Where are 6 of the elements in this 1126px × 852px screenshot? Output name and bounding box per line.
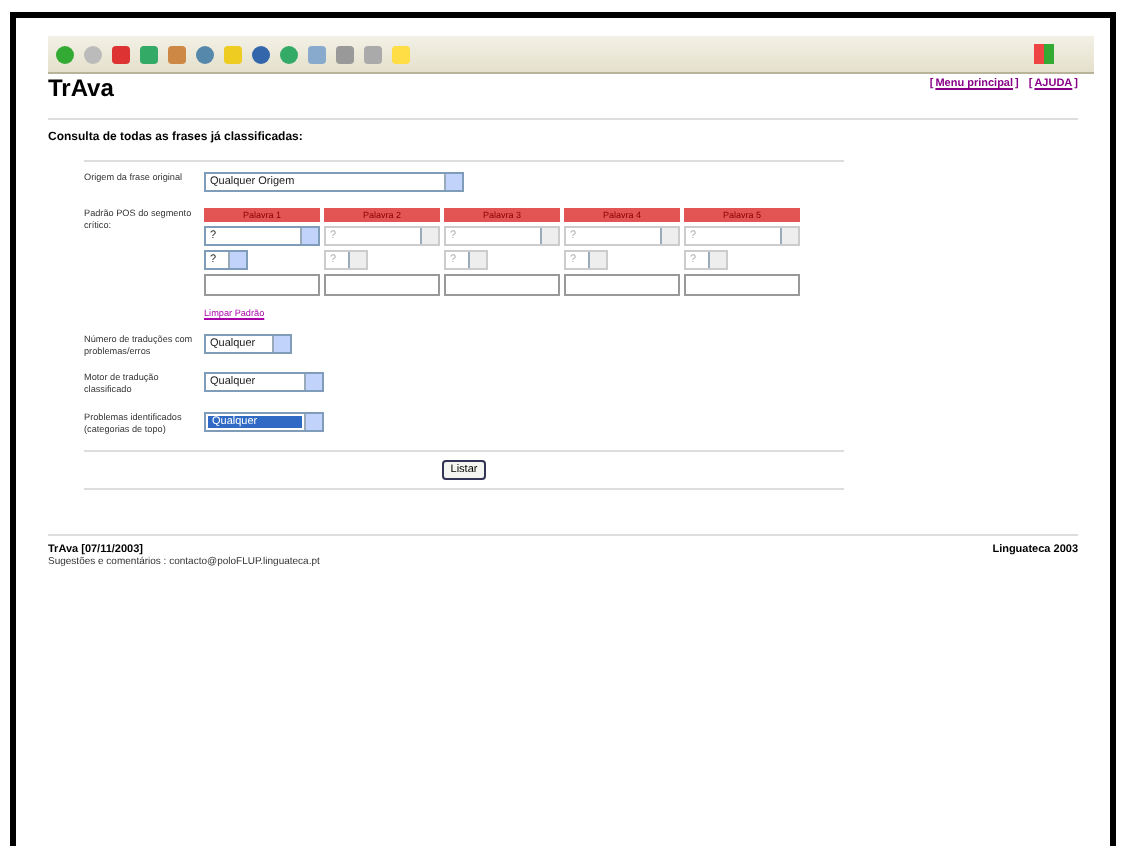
input-field[interactable]: [564, 274, 680, 296]
page-title: TrAva: [48, 74, 114, 102]
input-field[interactable]: [444, 274, 560, 296]
input-field[interactable]: [324, 274, 440, 296]
input-field[interactable]: [684, 274, 800, 296]
input-field[interactable]: [204, 274, 320, 296]
